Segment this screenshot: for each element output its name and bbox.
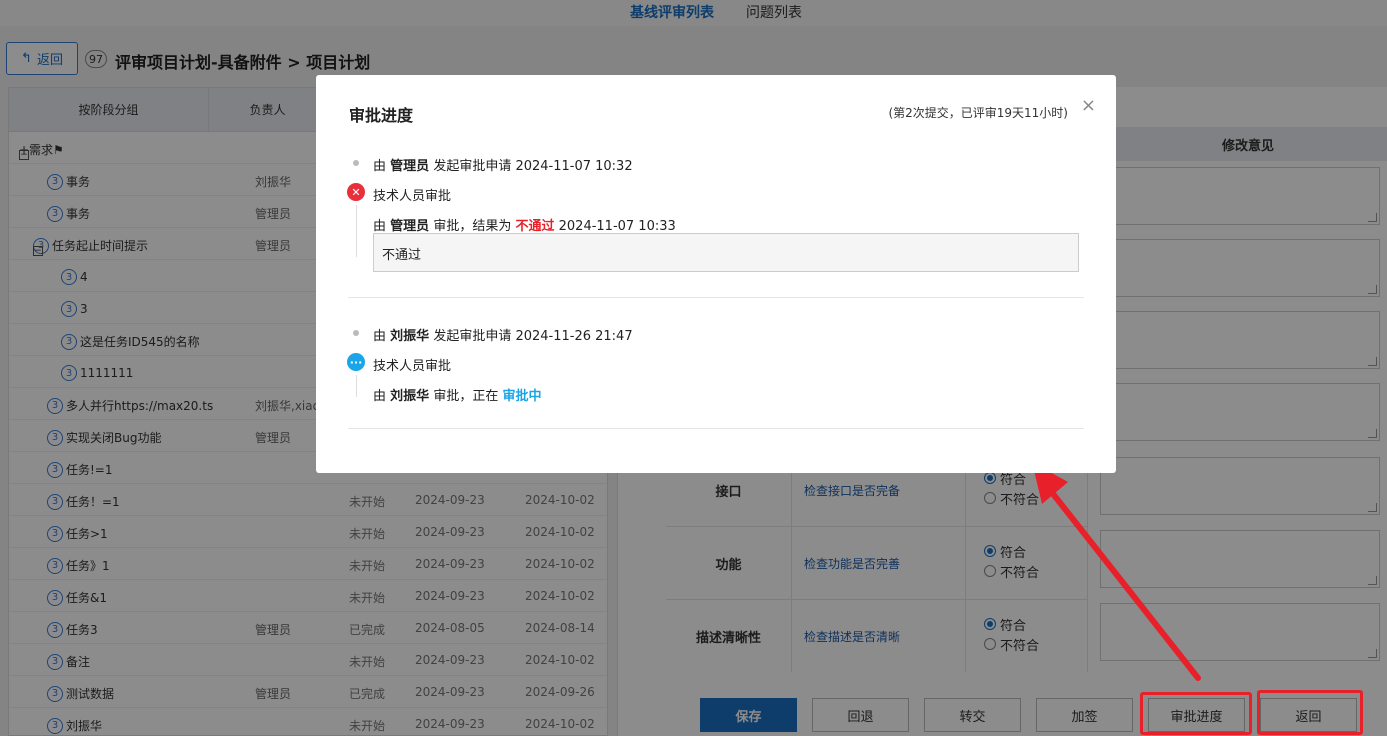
divider — [348, 428, 1084, 429]
timeline-dot — [353, 160, 359, 166]
divider — [348, 297, 1084, 298]
round1-result-text: 由 管理员 审批，结果为 不通过 2024-11-07 10:33 — [373, 219, 676, 234]
round1-initiate-text: 由 管理员 发起审批申请 2024-11-07 10:32 — [373, 159, 633, 174]
reject-icon: ✕ — [347, 183, 365, 201]
timeline-line — [356, 375, 357, 397]
dialog-subtitle: (第2次提交，已评审19天11小时) — [888, 106, 1068, 120]
round1-node: 技术人员审批 — [373, 189, 452, 204]
pending-icon: ··· — [347, 353, 365, 371]
dialog-title: 审批进度 — [349, 106, 414, 125]
round2-initiate-text: 由 刘振华 发起审批申请 2024-11-26 21:47 — [373, 329, 633, 344]
approval-progress-dialog: 审批进度 (第2次提交，已评审19天11小时) × 由 管理员 发起审批申请 2… — [316, 75, 1116, 473]
close-icon[interactable]: × — [1081, 95, 1096, 116]
round2-status-text: 由 刘振华 审批，正在 审批中 — [373, 389, 542, 404]
round1-comment: 不通过 — [373, 233, 1079, 272]
timeline-dot — [353, 330, 359, 336]
timeline-line — [356, 205, 357, 257]
round2-node: 技术人员审批 — [373, 359, 452, 374]
